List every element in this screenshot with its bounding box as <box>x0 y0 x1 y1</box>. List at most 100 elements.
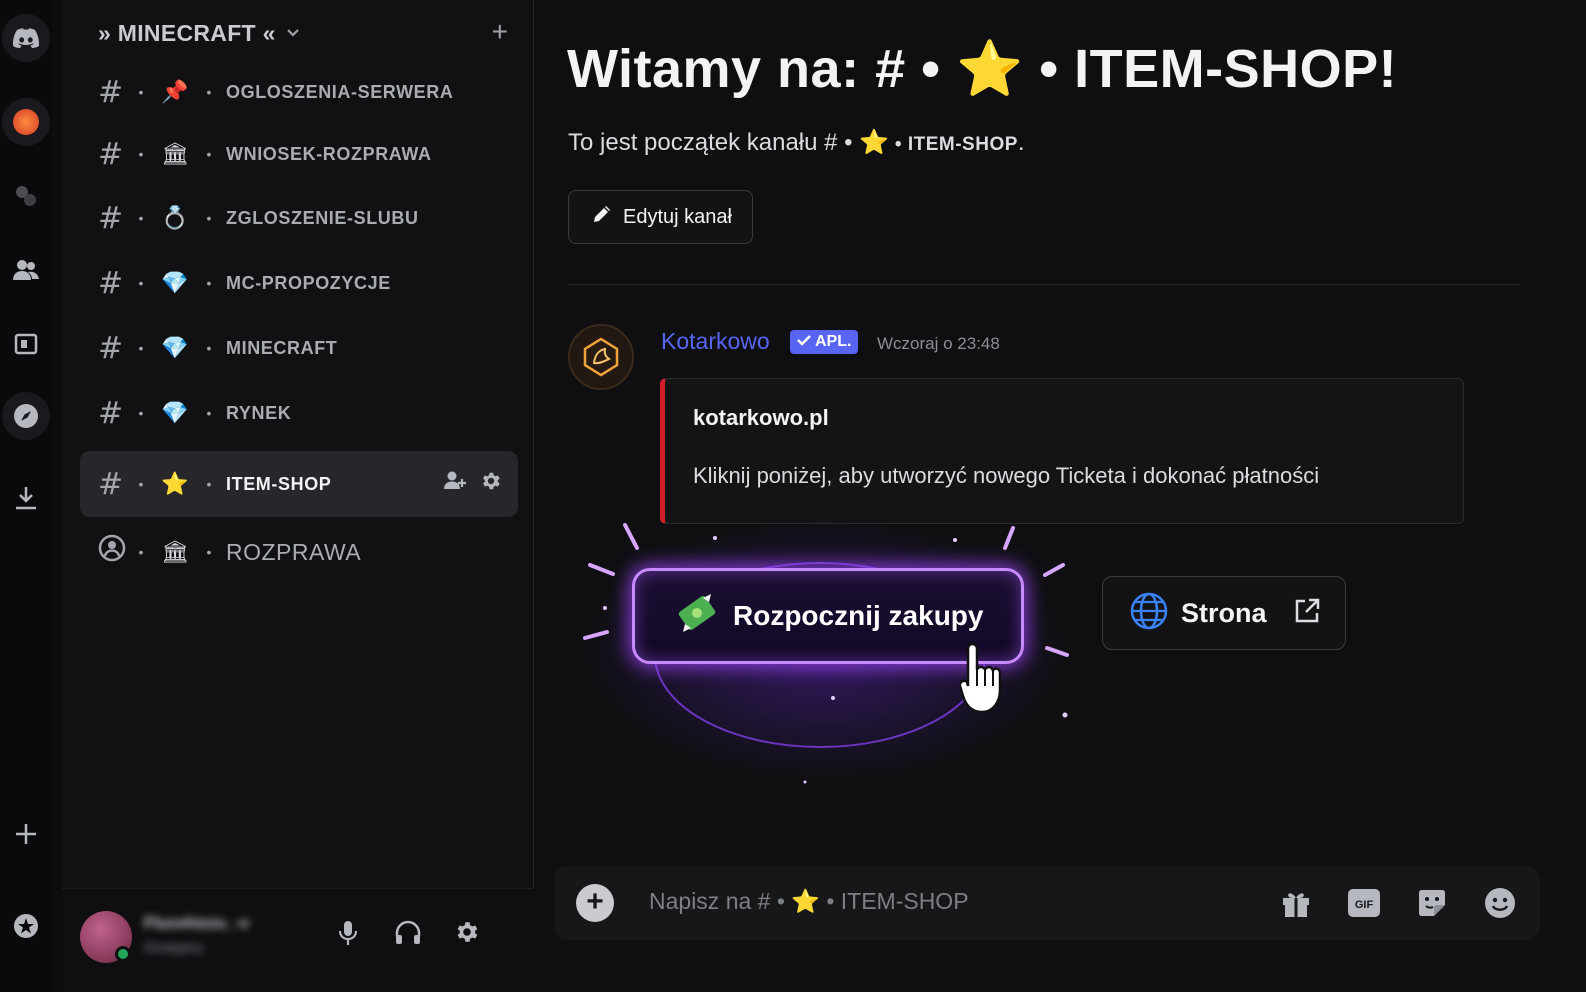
pencil-icon <box>591 203 613 231</box>
friends-icon[interactable] <box>2 246 50 294</box>
hash-icon: # <box>98 466 124 502</box>
gem-icon: 💎 <box>161 335 189 360</box>
voice-channel-item[interactable]: • 🏛 • ROZPRAWA <box>80 519 518 585</box>
hash-icon: # <box>98 136 124 172</box>
hash-icon: # <box>98 74 124 110</box>
hand-pointer-icon <box>960 642 1002 714</box>
embed-description: Kliknij poniżej, aby utworzyć nowego Tic… <box>693 463 1320 488</box>
user-status-text: Dostępny <box>144 939 204 955</box>
money-with-wings-icon <box>675 592 719 641</box>
gift-icon[interactable] <box>1278 885 1314 921</box>
user-panel: Fluxxhizzu_-v Dostępny <box>62 888 534 992</box>
hash-icon: # <box>98 395 124 431</box>
gem-icon: 💎 <box>161 270 189 295</box>
globe-icon <box>1129 591 1169 636</box>
website-button[interactable]: Strona <box>1102 576 1346 650</box>
message-input[interactable]: Napisz na # • ⭐ • ITEM-SHOP <box>649 888 969 915</box>
website-label: Strona <box>1181 597 1267 628</box>
message-author[interactable]: Kotarkowo <box>661 328 770 355</box>
gif-icon[interactable]: GIF <box>1346 885 1382 921</box>
pin-icon: 📌 <box>161 79 189 104</box>
edit-channel-label: Edytuj kanał <box>623 205 732 228</box>
online-status-indicator <box>115 946 131 962</box>
welcome-subtitle-text: To jest początek kanału # • <box>568 129 860 156</box>
add-channel-button[interactable]: + <box>492 16 508 48</box>
explore-icon[interactable] <box>2 392 50 440</box>
channel-name: ZGLOSZENIE-SLUBU <box>226 207 419 228</box>
discord-home-icon[interactable] <box>2 14 50 62</box>
separator-dot: • <box>206 275 212 291</box>
star-icon: ⭐ <box>161 471 189 496</box>
divider <box>568 284 1520 285</box>
hash-icon: # <box>98 330 124 366</box>
welcome-subtitle: To jest początek kanału # • ⭐ • ITEM-SHO… <box>568 128 1025 157</box>
message-embed: kotarkowo.pl Kliknij poniżej, aby utworz… <box>660 378 1464 524</box>
svg-text:GIF: GIF <box>1355 899 1374 911</box>
server-header[interactable]: » MINECRAFT « + <box>98 16 508 48</box>
separator-dot: • <box>138 544 144 560</box>
channel-item-active[interactable]: # • ⭐ • ITEM-SHOP <box>80 451 518 517</box>
channel-item[interactable]: # • 🏛 • WNIOSEK-ROZPRAWA <box>80 121 518 187</box>
separator-dot: • <box>138 476 144 492</box>
emoji-icon[interactable] <box>1482 885 1518 921</box>
separator-dot: • <box>206 84 212 100</box>
hash-icon: # <box>98 265 124 301</box>
hash-icon: # <box>98 200 124 236</box>
separator-dot: • <box>206 476 212 492</box>
gem-icon: 💎 <box>161 400 189 425</box>
download-icon[interactable] <box>2 474 50 522</box>
channel-name: MINECRAFT <box>226 337 338 358</box>
channel-item[interactable]: # • 💍 • ZGLOSZENIE-SLUBU <box>80 185 518 251</box>
gear-icon[interactable] <box>454 919 480 952</box>
separator-dot: • <box>138 275 144 291</box>
ring-icon: 💍 <box>161 205 189 230</box>
separator-dot: • <box>138 405 144 421</box>
headphones-icon[interactable] <box>394 919 422 954</box>
separator-dot: • <box>206 405 212 421</box>
shop-icon[interactable] <box>2 320 50 368</box>
channel-name: ROZPRAWA <box>226 538 362 565</box>
edit-channel-button[interactable]: Edytuj kanał <box>568 190 753 244</box>
separator-dot: • <box>206 340 212 356</box>
username[interactable]: Fluxxhizzu_-v <box>144 915 249 933</box>
channel-item[interactable]: # • 💎 • MINECRAFT <box>80 315 518 381</box>
separator-dot: • <box>206 146 212 162</box>
server-rail <box>0 0 52 992</box>
classical-building-icon: 🏛 <box>161 539 189 564</box>
period: . <box>1017 129 1025 156</box>
channel-item[interactable]: # • 💎 • RYNEK <box>80 380 518 446</box>
separator-dot: • <box>138 84 144 100</box>
channel-sidebar: » MINECRAFT « + # • 📌 • OGLOSZENIA-SERWE… <box>62 0 534 992</box>
classical-building-icon: 🏛 <box>161 141 189 166</box>
channel-mention: • ITEM-SHOP <box>889 134 1018 155</box>
separator-dot: • <box>138 340 144 356</box>
avatar[interactable] <box>568 324 634 390</box>
separator-dot: • <box>138 210 144 226</box>
app-badge: APL. <box>790 330 859 354</box>
add-attachment-button[interactable]: + <box>576 884 614 922</box>
stage-icon <box>98 534 130 570</box>
star-icon: ⭐ <box>859 129 890 156</box>
channel-item[interactable]: # • 💎 • MC-PROPOZYCJE <box>80 250 518 316</box>
microphone-icon[interactable] <box>338 919 358 954</box>
message-composer: + Napisz na # • ⭐ • ITEM-SHOP GIF <box>554 866 1540 940</box>
welcome-title: Witamy na: # • ⭐ • ITEM-SHOP! <box>567 39 1398 99</box>
server-icon[interactable] <box>2 172 50 220</box>
message-timestamp: Wczoraj o 23:48 <box>877 334 1000 353</box>
embed-title: kotarkowo.pl <box>693 405 829 430</box>
gear-icon[interactable] <box>480 470 502 498</box>
chevron-down-icon[interactable] <box>286 25 300 41</box>
channel-name: RYNEK <box>226 402 292 423</box>
separator-dot: • <box>206 210 212 226</box>
sticker-icon[interactable] <box>1414 885 1450 921</box>
app-badge-label: APL. <box>815 333 852 350</box>
channel-item[interactable]: # • 📌 • OGLOSZENIA-SERWERA <box>80 59 518 125</box>
server-icon[interactable] <box>2 98 50 146</box>
channel-name: MC-PROPOZYCJE <box>226 272 391 293</box>
channel-name: WNIOSEK-ROZPRAWA <box>226 143 432 164</box>
invite-member-icon[interactable] <box>444 470 466 498</box>
server-name[interactable]: » MINECRAFT « <box>98 20 276 47</box>
add-server-icon[interactable] <box>2 810 50 858</box>
settings-star-icon[interactable] <box>2 902 50 950</box>
separator-dot: • <box>138 146 144 162</box>
